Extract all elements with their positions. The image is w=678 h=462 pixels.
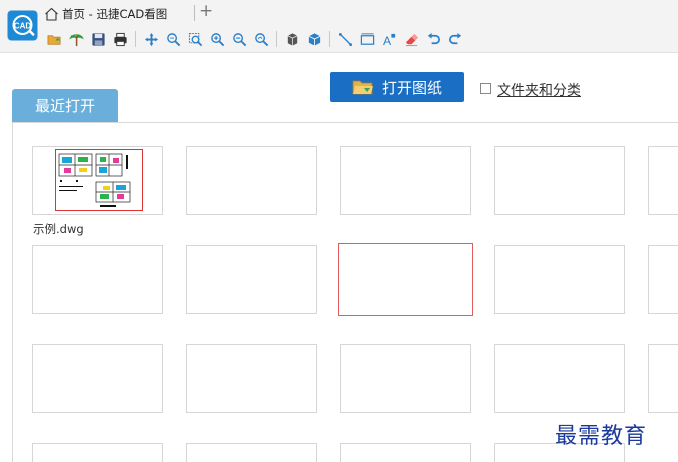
empty-file-slot[interactable]	[648, 245, 678, 314]
empty-file-slot[interactable]	[494, 146, 625, 215]
undo-icon[interactable]	[425, 31, 441, 47]
3d-box-icon[interactable]	[284, 31, 300, 47]
panel-left-border	[12, 122, 13, 462]
zoom-window-icon[interactable]	[165, 31, 181, 47]
main-toolbar: A	[46, 29, 469, 49]
eraser-icon[interactable]	[403, 31, 419, 47]
folder-category-checkbox[interactable]	[480, 83, 491, 94]
zoom-extents-icon[interactable]	[187, 31, 203, 47]
open-drawing-button[interactable]: 打开图纸	[330, 72, 464, 102]
watermark-text: 最需教育	[555, 424, 648, 449]
zoom-out-icon[interactable]	[231, 31, 247, 47]
file-name-caption: 示例.dwg	[33, 222, 84, 236]
redo-icon[interactable]	[447, 31, 463, 47]
tree-icon[interactable]	[68, 31, 84, 47]
empty-file-slot[interactable]	[494, 245, 625, 314]
toolbar-divider	[276, 31, 277, 47]
open-folder-icon	[352, 80, 373, 95]
title-toolbar-area: CAD 首页 - 迅捷CAD看图 + A	[0, 0, 678, 53]
svg-text:A: A	[382, 34, 391, 47]
empty-file-slot[interactable]	[340, 146, 471, 215]
folder-category-link[interactable]: 文件夹和分类	[497, 84, 581, 98]
empty-file-slot-selected[interactable]	[338, 243, 473, 316]
tab-recent[interactable]: 最近打开	[12, 89, 118, 122]
zoom-in-icon[interactable]	[209, 31, 225, 47]
tab-home[interactable]: 首页 - 迅捷CAD看图	[44, 4, 167, 24]
empty-file-slot[interactable]	[32, 245, 163, 314]
app-logo-icon: CAD	[7, 10, 38, 41]
toolbar-divider	[135, 31, 136, 47]
3d-view-icon[interactable]	[306, 31, 322, 47]
empty-file-slot[interactable]	[340, 344, 471, 413]
pan-icon[interactable]	[143, 31, 159, 47]
open-drawing-label: 打开图纸	[381, 78, 442, 97]
toolbar-divider	[329, 31, 330, 47]
empty-file-slot[interactable]	[186, 245, 317, 314]
panel-top-border	[12, 122, 678, 123]
drawing-thumbnail	[55, 149, 143, 211]
open-file-icon[interactable]	[46, 31, 62, 47]
empty-file-slot[interactable]	[186, 344, 317, 413]
new-tab-button[interactable]: +	[199, 1, 213, 21]
text-icon[interactable]: A	[381, 31, 397, 47]
recent-file-card[interactable]	[32, 146, 163, 215]
zoom-previous-icon[interactable]	[253, 31, 269, 47]
empty-file-slot[interactable]	[186, 443, 317, 462]
home-icon	[45, 7, 58, 21]
tab-divider	[194, 5, 195, 21]
empty-file-slot[interactable]	[340, 443, 471, 462]
tab-home-label: 首页 - 迅捷CAD看图	[62, 7, 168, 21]
empty-file-slot[interactable]	[494, 344, 625, 413]
print-icon[interactable]	[112, 31, 128, 47]
empty-file-slot[interactable]	[32, 344, 163, 413]
area-measure-icon[interactable]	[359, 31, 375, 47]
svg-text:CAD: CAD	[14, 22, 32, 31]
empty-file-slot[interactable]	[32, 443, 163, 462]
empty-file-slot[interactable]	[648, 146, 678, 215]
empty-file-slot[interactable]	[186, 146, 317, 215]
empty-file-slot[interactable]	[648, 344, 678, 413]
save-icon[interactable]	[90, 31, 106, 47]
line-measure-icon[interactable]	[337, 31, 353, 47]
